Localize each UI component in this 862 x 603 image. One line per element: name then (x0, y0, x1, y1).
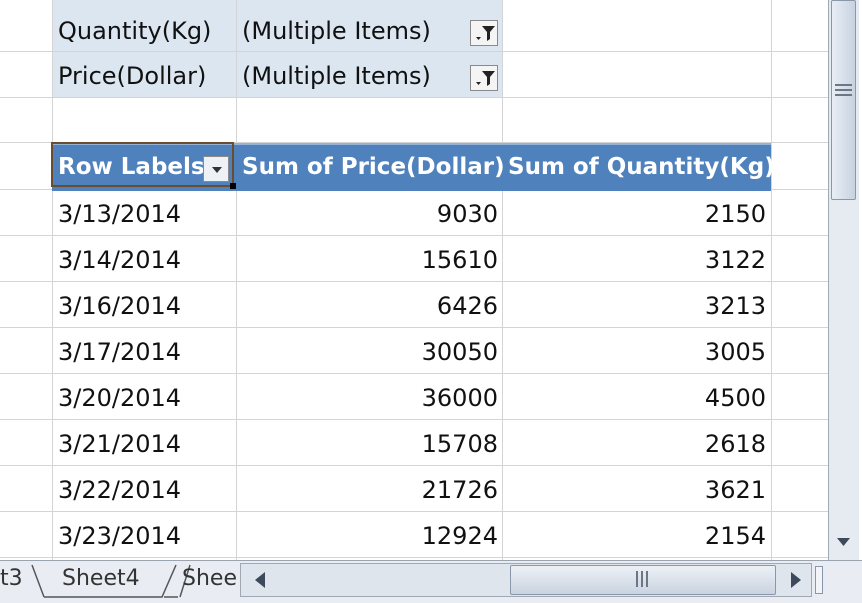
filter-field-quantity[interactable]: Quantity(Kg) (58, 8, 211, 54)
gridline (52, 0, 53, 560)
quantity-value[interactable]: 3005 (508, 329, 766, 375)
row-label[interactable]: 3/22/2014 (58, 467, 181, 513)
quantity-value[interactable]: 4500 (508, 375, 766, 421)
scroll-grip-icon (641, 571, 643, 587)
gridline (771, 0, 772, 560)
vertical-scroll-thumb[interactable] (831, 0, 856, 200)
active-cell-border (51, 142, 234, 187)
scroll-grip-icon (835, 89, 852, 91)
quantity-value[interactable]: 3122 (508, 237, 766, 283)
filter-button-quantity[interactable] (470, 20, 498, 46)
quantity-value[interactable]: 3621 (508, 467, 766, 513)
row-label[interactable]: 3/16/2014 (58, 283, 181, 329)
scroll-grip-icon (835, 84, 852, 86)
gridline (502, 0, 503, 560)
filter-field-price[interactable]: Price(Dollar) (58, 53, 206, 99)
sheet-tab-sheet4[interactable]: Sheet4 (62, 561, 140, 597)
row-label[interactable]: 3/20/2014 (58, 375, 181, 421)
arrow-left-icon[interactable] (248, 566, 272, 594)
filter-value-quantity[interactable]: (Multiple Items) (242, 8, 431, 54)
price-value[interactable]: 30050 (242, 329, 498, 375)
gridline (236, 0, 237, 560)
header-sum-price[interactable]: Sum of Price(Dollar) (242, 143, 505, 189)
price-value[interactable]: 12924 (242, 513, 498, 559)
price-value[interactable]: 36000 (242, 375, 498, 421)
arrow-down-icon (837, 538, 850, 546)
header-sum-quantity[interactable]: Sum of Quantity(Kg) (508, 143, 775, 189)
row-label[interactable]: 3/21/2014 (58, 421, 181, 467)
price-value[interactable]: 6426 (242, 283, 498, 329)
row-label[interactable]: 3/23/2014 (58, 513, 181, 559)
row-label[interactable]: 3/14/2014 (58, 237, 181, 283)
price-value[interactable]: 21726 (242, 467, 498, 513)
sheet-tab[interactable]: Shee (182, 561, 237, 597)
price-value[interactable]: 15610 (242, 237, 498, 283)
quantity-value[interactable]: 2150 (508, 191, 766, 237)
scroll-grip-icon (646, 571, 648, 587)
scroll-down-button[interactable] (831, 528, 856, 556)
quantity-value[interactable]: 2154 (508, 513, 766, 559)
worksheet-grid[interactable]: Quantity(Kg) (Multiple Items) Price(Doll… (0, 0, 828, 560)
fill-handle[interactable] (230, 183, 236, 189)
arrow-right-icon[interactable] (784, 566, 808, 594)
filter-funnel-icon (476, 26, 495, 41)
quantity-value[interactable]: 2618 (508, 421, 766, 467)
row-label[interactable]: 3/17/2014 (58, 329, 181, 375)
price-value[interactable]: 9030 (242, 191, 498, 237)
split-handle[interactable] (815, 566, 823, 594)
scroll-grip-icon (835, 94, 852, 96)
row-label[interactable]: 3/13/2014 (58, 191, 181, 237)
filter-value-price[interactable]: (Multiple Items) (242, 53, 431, 99)
price-value[interactable]: 15708 (242, 421, 498, 467)
horizontal-scroll-thumb[interactable] (510, 565, 776, 595)
filter-button-price[interactable] (470, 65, 498, 91)
scroll-grip-icon (636, 571, 638, 587)
sheet-tab[interactable]: t3 (0, 561, 23, 597)
filter-funnel-icon (476, 71, 495, 86)
quantity-value[interactable]: 3213 (508, 283, 766, 329)
